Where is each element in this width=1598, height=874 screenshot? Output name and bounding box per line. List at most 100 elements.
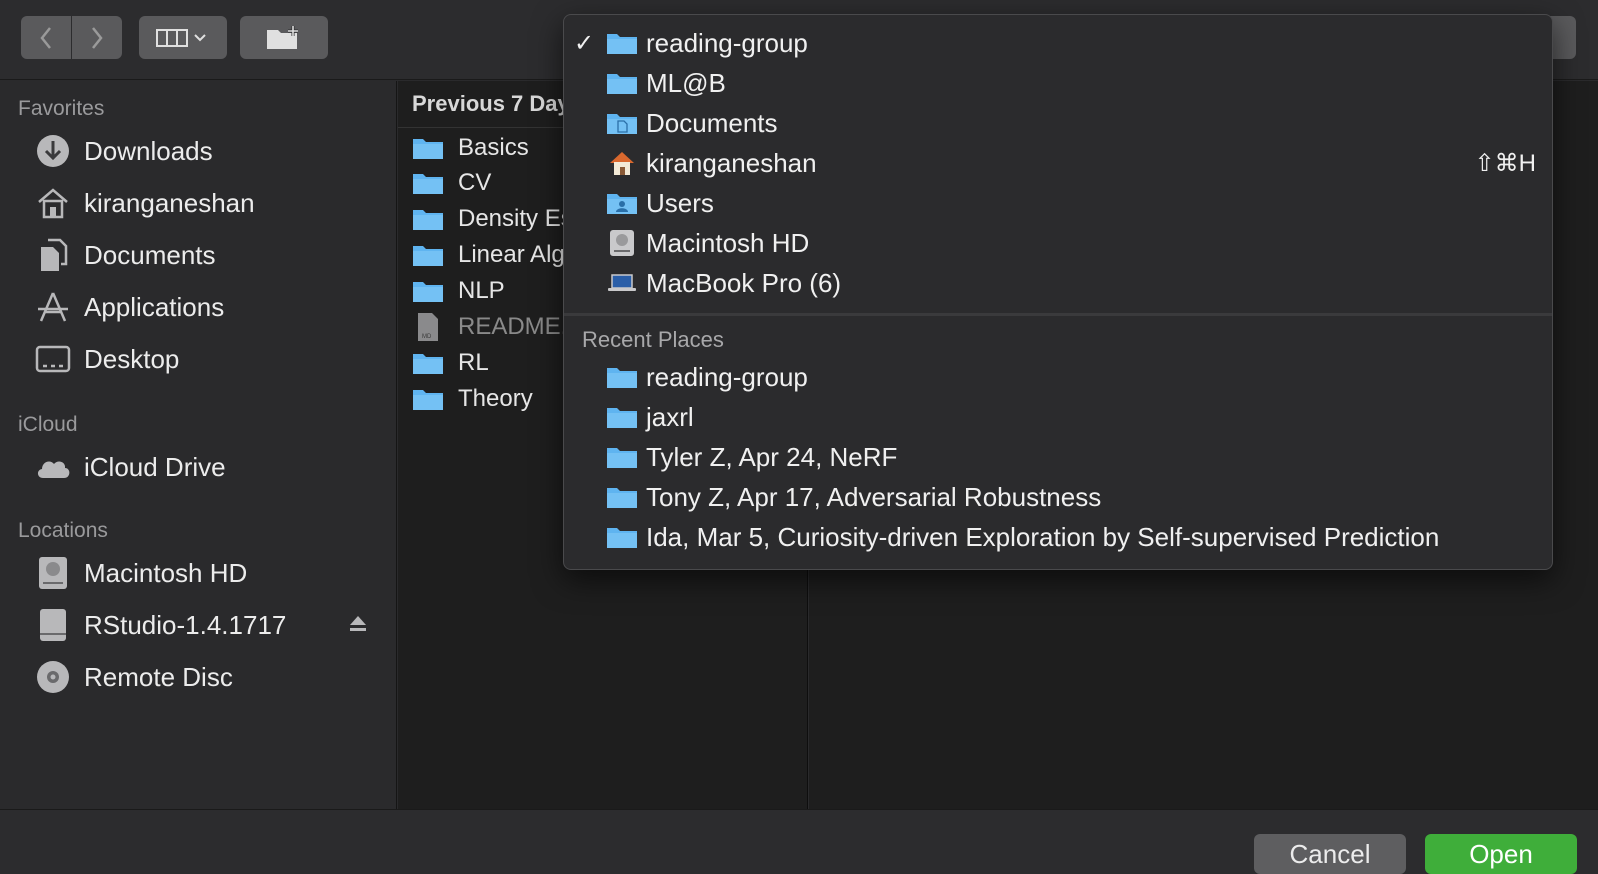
- file-row-rl[interactable]: RL: [412, 346, 489, 380]
- sidebar-item-documents[interactable]: Documents: [30, 233, 390, 277]
- recent-item-nerf[interactable]: Tyler Z, Apr 24, NeRF: [564, 437, 1552, 477]
- recent-item-adversarial[interactable]: Tony Z, Apr 17, Adversarial Robustness: [564, 477, 1552, 517]
- folder-icon: [412, 206, 444, 232]
- menu-item-macintosh-hd[interactable]: Macintosh HD: [564, 223, 1552, 263]
- menu-item-documents[interactable]: Documents: [564, 103, 1552, 143]
- file-row-cv[interactable]: CV: [412, 166, 491, 200]
- sidebar-item-label: Applications: [84, 291, 225, 322]
- menu-item-label: MacBook Pro (6): [646, 267, 842, 298]
- file-name: CV: [458, 169, 492, 196]
- markdown-file-icon: MD: [412, 313, 444, 341]
- folder-icon: [412, 170, 444, 196]
- sidebar: Favorites Downloads kiranganeshan Docume…: [0, 81, 397, 809]
- home-icon: [30, 181, 76, 225]
- menu-item-users[interactable]: Users: [564, 183, 1552, 223]
- sidebar-item-rstudio[interactable]: RStudio-1.4.1717: [30, 603, 390, 647]
- recent-item-jaxrl[interactable]: jaxrl: [564, 397, 1552, 437]
- new-folder-icon: [264, 24, 304, 52]
- menu-item-label: Tony Z, Apr 17, Adversarial Robustness: [646, 481, 1102, 512]
- users-folder-icon: [606, 189, 638, 217]
- file-name: RL: [458, 349, 489, 376]
- menu-item-label: reading-group: [646, 27, 808, 58]
- menu-item-home[interactable]: kiranganeshan ⇧⌘H: [564, 143, 1552, 183]
- menu-item-label: ML@B: [646, 67, 726, 98]
- documents-folder-icon: [606, 109, 638, 137]
- menu-item-label: Ida, Mar 5, Curiosity-driven Exploration…: [646, 521, 1440, 552]
- sidebar-item-label: kiranganeshan: [84, 187, 255, 218]
- applications-icon: [30, 285, 76, 329]
- menu-item-shortcut: ⇧⌘H: [1474, 149, 1536, 177]
- locations-title: Locations: [18, 519, 108, 542]
- sidebar-item-home[interactable]: kiranganeshan: [30, 181, 390, 225]
- sidebar-item-label: RStudio-1.4.1717: [84, 609, 287, 640]
- sidebar-item-applications[interactable]: Applications: [30, 285, 390, 329]
- laptop-icon: [606, 269, 638, 297]
- sidebar-item-label: Downloads: [84, 135, 213, 166]
- new-folder-button[interactable]: [240, 16, 328, 59]
- recent-places-title: Recent Places: [582, 327, 724, 352]
- sidebar-item-desktop[interactable]: Desktop: [30, 337, 390, 381]
- document-icon: [30, 233, 76, 277]
- menu-item-label: Tyler Z, Apr 24, NeRF: [646, 441, 898, 472]
- folder-icon: [606, 29, 638, 57]
- menu-item-label: kiranganeshan: [646, 147, 817, 178]
- back-button[interactable]: [21, 16, 71, 59]
- cloud-icon: [30, 445, 76, 489]
- download-icon: [30, 129, 76, 173]
- desktop-icon: [30, 337, 76, 381]
- disk-image-icon: [30, 603, 76, 647]
- open-button[interactable]: Open: [1425, 834, 1577, 874]
- column-header: Previous 7 Days: [412, 91, 582, 116]
- view-mode-button[interactable]: [139, 16, 227, 59]
- menu-item-mlab[interactable]: ML@B: [564, 63, 1552, 103]
- file-name: Theory: [458, 385, 533, 412]
- column-view-icon: [155, 27, 211, 49]
- harddrive-icon: [606, 229, 638, 257]
- file-name: Basics: [458, 134, 529, 161]
- file-row-theory[interactable]: Theory: [412, 382, 533, 416]
- svg-text:MD: MD: [422, 334, 432, 340]
- forward-button[interactable]: [72, 16, 122, 59]
- folder-icon: [412, 135, 444, 161]
- sidebar-item-remote-disc[interactable]: Remote Disc: [30, 655, 390, 699]
- cancel-button[interactable]: Cancel: [1254, 834, 1406, 874]
- menu-item-reading-group[interactable]: ✓ reading-group: [564, 23, 1552, 63]
- checkmark-icon: ✓: [573, 29, 595, 57]
- menu-item-label: jaxrl: [646, 401, 694, 432]
- icloud-title: iCloud: [18, 413, 78, 436]
- folder-icon: [412, 278, 444, 304]
- folder-icon: [412, 386, 444, 412]
- file-row-nlp[interactable]: NLP: [412, 274, 505, 308]
- sidebar-item-label: Desktop: [84, 343, 180, 374]
- sidebar-item-label: iCloud Drive: [84, 451, 226, 482]
- harddrive-icon: [30, 551, 76, 595]
- bottom-bar: Cancel Open: [0, 809, 1598, 874]
- file-row-basics[interactable]: Basics: [412, 131, 529, 165]
- file-name: NLP: [458, 277, 505, 304]
- menu-item-label: Users: [646, 187, 714, 218]
- menu-divider: [564, 313, 1552, 316]
- folder-icon: [606, 523, 638, 551]
- sidebar-item-downloads[interactable]: Downloads: [30, 129, 390, 173]
- menu-item-label: reading-group: [646, 361, 808, 392]
- sidebar-item-icloud-drive[interactable]: iCloud Drive: [30, 445, 390, 489]
- sidebar-item-label: Documents: [84, 239, 216, 270]
- folder-icon: [606, 363, 638, 391]
- path-popup-menu: ✓ reading-group ML@B Documents kirangane…: [563, 14, 1553, 570]
- menu-item-macbook-pro[interactable]: MacBook Pro (6): [564, 263, 1552, 303]
- sidebar-item-label: Remote Disc: [84, 661, 233, 692]
- eject-icon[interactable]: [348, 613, 368, 633]
- menu-item-label: Documents: [646, 107, 778, 138]
- folder-icon: [606, 403, 638, 431]
- sidebar-item-macintosh-hd[interactable]: Macintosh HD: [30, 551, 390, 595]
- folder-icon: [606, 483, 638, 511]
- home-icon: [606, 149, 638, 177]
- folder-icon: [412, 350, 444, 376]
- sidebar-item-label: Macintosh HD: [84, 557, 248, 588]
- menu-item-label: Macintosh HD: [646, 227, 810, 258]
- recent-item-curiosity[interactable]: Ida, Mar 5, Curiosity-driven Exploration…: [564, 517, 1552, 557]
- recent-item-reading-group[interactable]: reading-group: [564, 357, 1552, 397]
- folder-icon: [606, 69, 638, 97]
- favorites-title: Favorites: [18, 97, 105, 120]
- chevron-right-icon: [89, 25, 105, 51]
